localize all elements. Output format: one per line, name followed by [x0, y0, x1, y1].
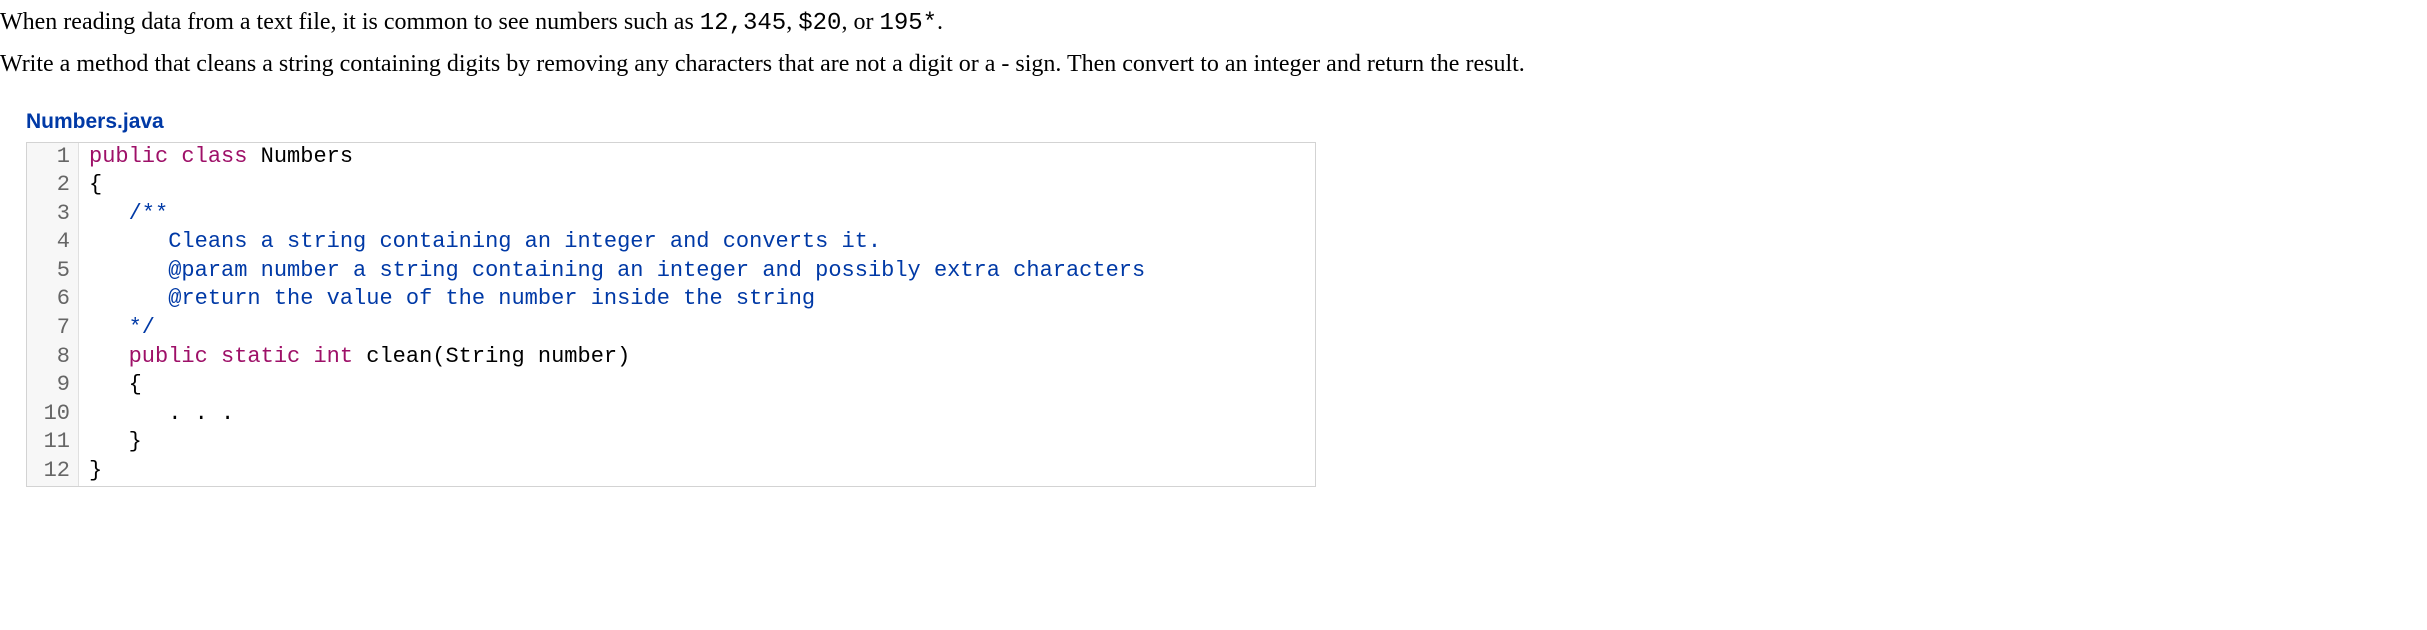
- code-line-9: 9 {: [27, 371, 1315, 400]
- code-line-12: 12 }: [27, 457, 1315, 486]
- lineno: 3: [27, 200, 79, 229]
- lineno: 11: [27, 428, 79, 457]
- intro-sep-2: , or: [841, 9, 879, 35]
- intro-end: .: [937, 9, 943, 35]
- intro-sep-1: ,: [786, 9, 798, 35]
- lineno: 5: [27, 257, 79, 286]
- code-line-10: 10 . . .: [27, 400, 1315, 429]
- code-block: 1 public class Numbers 2 { 3 /** 4 Clean…: [26, 142, 1316, 487]
- lineno: 7: [27, 314, 79, 343]
- code-line-8: 8 public static int clean(String number): [27, 343, 1315, 372]
- intro-text-1: When reading data from a text file, it i…: [0, 9, 700, 35]
- filename-label: Numbers.java: [26, 106, 2427, 138]
- code-line-7: 7 */: [27, 314, 1315, 343]
- intro-num-2: $20: [798, 10, 841, 37]
- lineno: 9: [27, 371, 79, 400]
- code-line-4: 4 Cleans a string containing an integer …: [27, 228, 1315, 257]
- lineno: 1: [27, 143, 79, 172]
- lineno: 10: [27, 400, 79, 429]
- lineno: 6: [27, 285, 79, 314]
- code-line-5: 5 @param number a string containing an i…: [27, 257, 1315, 286]
- intro-num-3: 195*: [879, 10, 937, 37]
- intro-paragraph: When reading data from a text file, it i…: [0, 4, 2427, 42]
- lineno: 8: [27, 343, 79, 372]
- code-line-3: 3 /**: [27, 200, 1315, 229]
- lineno: 12: [27, 457, 79, 486]
- code-line-1: 1 public class Numbers: [27, 143, 1315, 172]
- code-line-2: 2 {: [27, 171, 1315, 200]
- code-line-6: 6 @return the value of the number inside…: [27, 285, 1315, 314]
- instruction-paragraph: Write a method that cleans a string cont…: [0, 46, 2427, 82]
- intro-num-1: 12,345: [700, 10, 786, 37]
- lineno: 2: [27, 171, 79, 200]
- code-line-11: 11 }: [27, 428, 1315, 457]
- lineno: 4: [27, 228, 79, 257]
